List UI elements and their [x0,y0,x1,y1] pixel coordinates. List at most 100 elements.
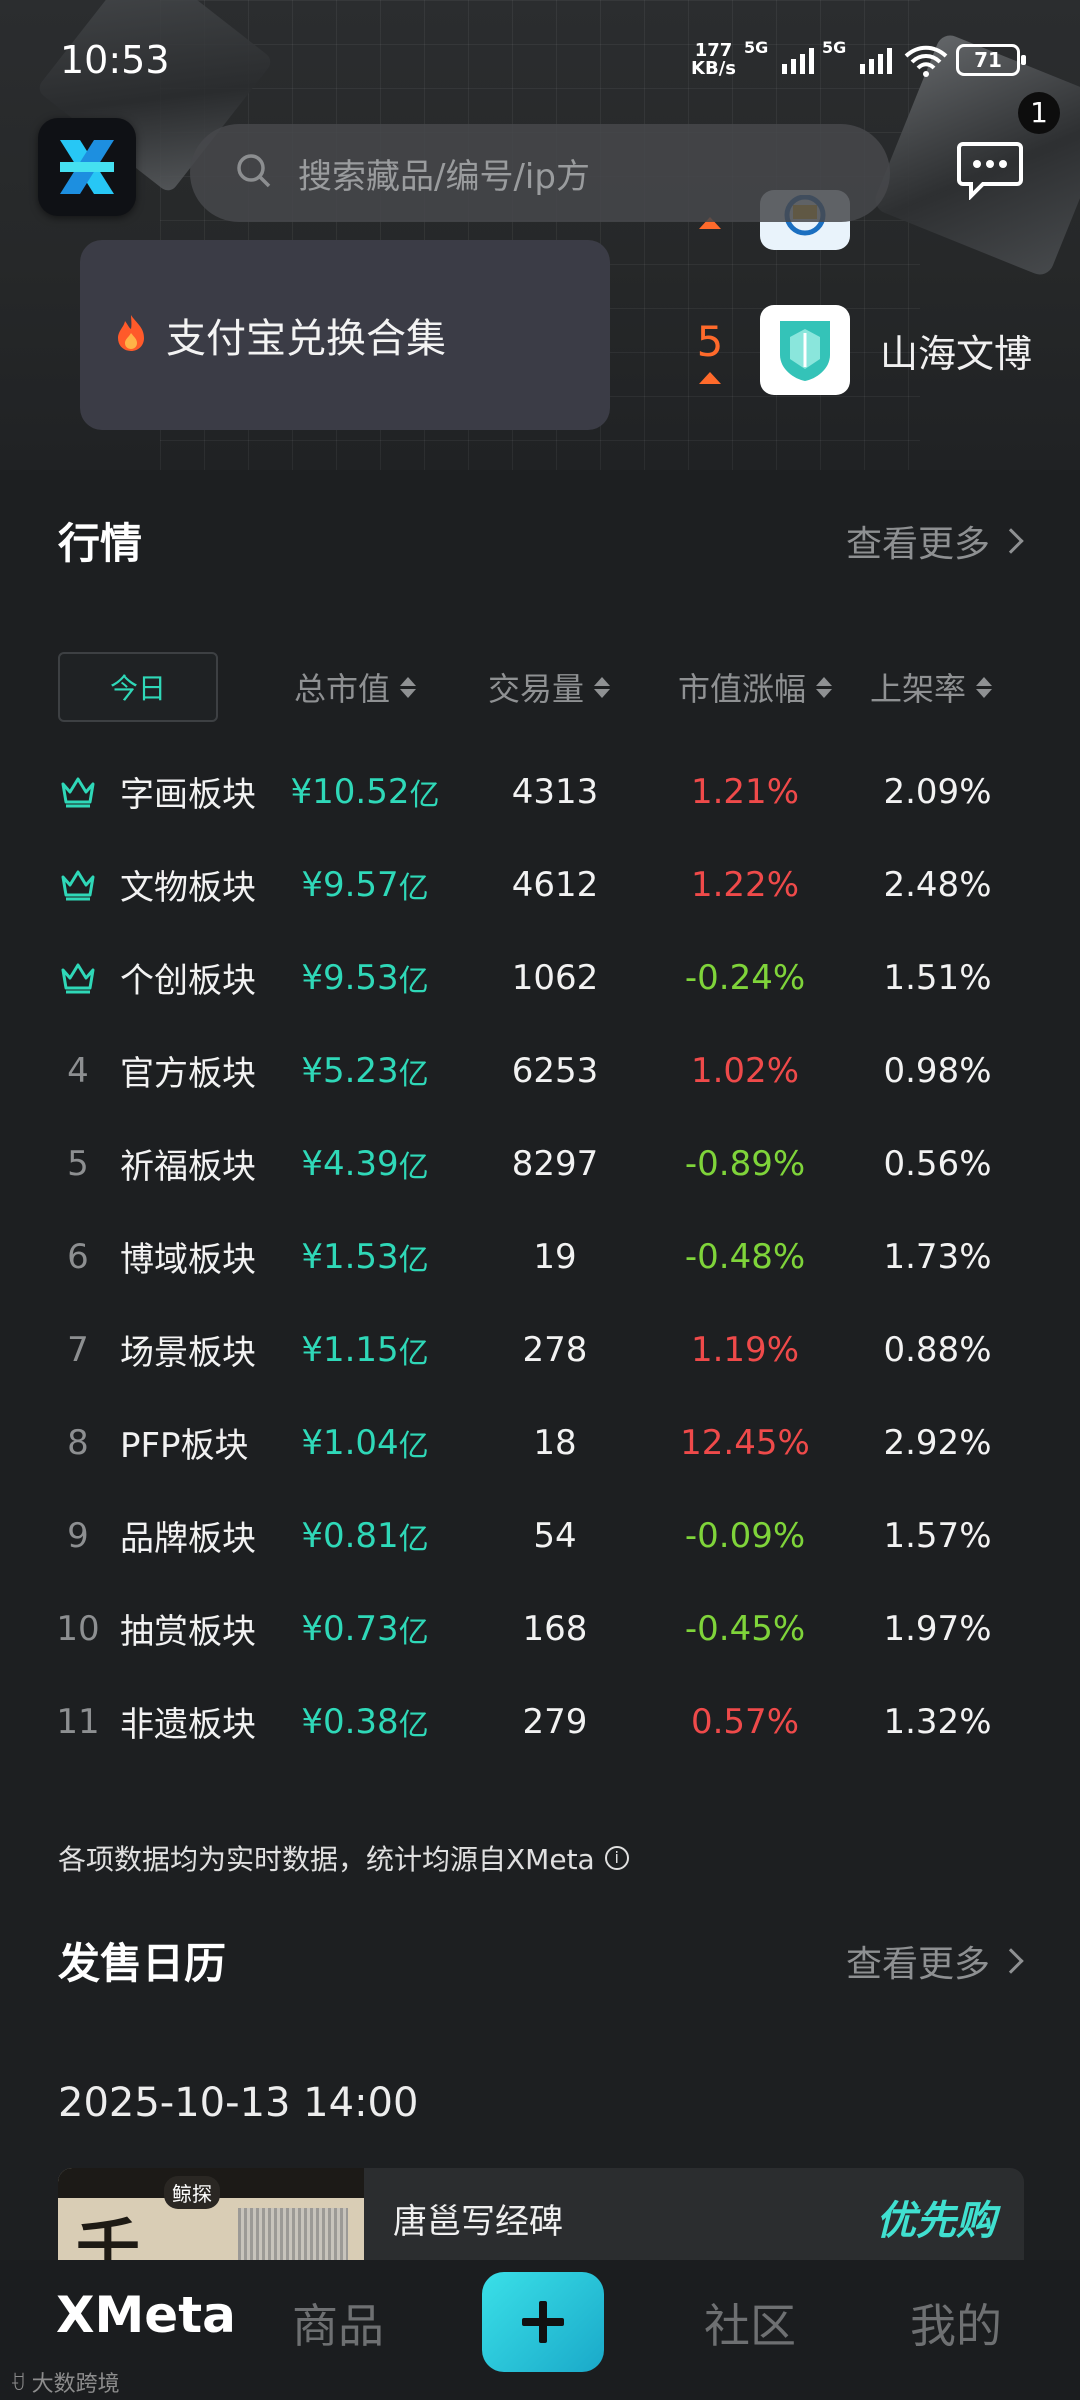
row-rank: 7 [67,1329,89,1370]
market-cap: ¥10.52 亿 [290,771,440,813]
listing-rate: 1.51% [883,957,992,998]
cap-change: -0.09% [684,1515,806,1556]
trade-volume: 8297 [511,1143,599,1184]
calendar-title: 发售日历 [58,1939,227,1988]
market-cap: ¥0.73 亿 [301,1608,429,1650]
data-source-note: 各项数据均为实时数据，统计均源自XMeta i [58,1838,629,1878]
market-row[interactable]: 个创板块 ¥9.53 亿 1062 -0.24% 1.51% [0,931,1080,1024]
cap-change: 12.45% [680,1422,810,1463]
crown-icon [52,745,104,838]
sort-listing-rate[interactable]: 上架率 [870,652,993,722]
sector-name: 官方板块 [120,1054,256,1094]
market-table-header: 今日 总市值 交易量 市值涨幅 上架率 [58,652,1028,722]
market-cap: ¥5.23 亿 [301,1050,429,1092]
nav-goods[interactable]: 商品 [292,2290,384,2356]
listing-rate: 2.48% [883,864,992,905]
hot-ranking-list: 5 山海文博 [690,190,1080,430]
cap-change: 1.02% [690,1050,799,1091]
sort-cap-change[interactable]: 市值涨幅 [678,652,833,722]
market-cap: ¥1.53 亿 [301,1236,429,1278]
row-rank: 9 [67,1515,89,1556]
nav-home[interactable]: XMeta [56,2286,236,2344]
sort-icon [400,676,417,698]
market-row[interactable]: 4 官方板块 ¥5.23 亿 6253 1.02% 0.98% [0,1024,1080,1117]
app-screen: 支付宝兑换合集 5 山海文博 10:53 177 KB/s 5G 5G 71 搜… [0,0,1080,2400]
plus-icon [522,2301,564,2343]
trade-volume: 18 [533,1422,577,1463]
market-row[interactable]: 8 PFP板块 ¥1.04 亿 18 12.45% 2.92% [0,1396,1080,1489]
sector-name: 博域板块 [120,1240,256,1280]
message-count-badge: 1 [1018,92,1060,134]
sort-icon [594,676,611,698]
market-cap: ¥9.57 亿 [301,864,429,906]
alipay-collection-card[interactable]: 支付宝兑换合集 [80,240,610,430]
sector-name: 抽赏板块 [120,1612,256,1652]
market-row[interactable]: 9 品牌板块 ¥0.81 亿 54 -0.09% 1.57% [0,1489,1080,1582]
market-more-link[interactable]: 查看更多 [846,515,1024,567]
sector-name: 祈福板块 [120,1147,256,1187]
listing-rate: 0.98% [883,1050,992,1091]
sort-market-cap[interactable]: 总市值 [294,652,417,722]
info-icon[interactable]: i [604,1846,629,1870]
listing-rate: 1.57% [883,1515,992,1556]
market-cap: ¥0.81 亿 [301,1515,429,1557]
period-selector[interactable]: 今日 [58,652,218,722]
sort-volume[interactable]: 交易量 [488,652,611,722]
cap-change: -0.45% [684,1608,806,1649]
sort-icon [976,676,993,698]
market-cap: ¥9.53 亿 [301,957,429,999]
trade-volume: 1062 [511,957,599,998]
calendar-section-header: 发售日历 查看更多 [58,1930,1024,1991]
sector-name: 字画板块 [120,775,256,815]
cap-change: -0.48% [684,1236,806,1277]
calendar-more-link[interactable]: 查看更多 [846,1935,1024,1987]
message-button[interactable] [948,128,1032,212]
row-rank: 8 [67,1422,89,1463]
cap-change: -0.24% [684,957,806,998]
market-cap: ¥1.04 亿 [301,1422,429,1464]
sector-name: 品牌板块 [120,1519,256,1559]
watermark: ꀀ 大数跨境 [10,2371,120,2397]
release-card[interactable]: 千 鲸探 唐邕写经碑 优先购 [58,2168,1024,2268]
trade-volume: 4612 [511,864,599,905]
ranking-item-5[interactable]: 5 山海文博 [690,305,1032,395]
market-row[interactable]: 10 抽赏板块 ¥0.73 亿 168 -0.45% 1.97% [0,1582,1080,1675]
market-row[interactable]: 文物板块 ¥9.57 亿 4612 1.22% 2.48% [0,838,1080,931]
market-row[interactable]: 6 博域板块 ¥1.53 亿 19 -0.48% 1.73% [0,1210,1080,1303]
platform-badge: 鲸探 [164,2176,220,2209]
market-row[interactable]: 7 场景板块 ¥1.15 亿 278 1.19% 0.88% [0,1303,1080,1396]
add-button[interactable] [482,2272,604,2372]
alipay-collection-label: 支付宝兑换合集 [166,316,446,362]
market-cap: ¥1.15 亿 [301,1329,429,1371]
market-row[interactable]: 11 非遗板块 ¥0.38 亿 279 0.57% 1.32% [0,1675,1080,1768]
clock: 10:53 [60,38,170,82]
release-thumbnail: 千 鲸探 [58,2168,364,2268]
search-input[interactable]: 搜索藏品/编号/ip方 [190,124,890,222]
trade-volume: 6253 [511,1050,599,1091]
app-logo[interactable] [38,118,136,216]
thumbnail-character: 千 [76,2213,140,2268]
nav-community[interactable]: 社区 [704,2290,796,2356]
nav-mine[interactable]: 我的 [910,2290,1002,2356]
bottom-navigation: XMeta 商品 社区 我的 [0,2260,1080,2400]
market-table: 字画板块 ¥10.52 亿 4313 1.21% 2.09% 文物板块 ¥9.57 亿 4612 1… [0,745,1080,1768]
fire-icon [114,313,148,357]
market-row[interactable]: 5 祈福板块 ¥4.39 亿 8297 -0.89% 0.56% [0,1117,1080,1210]
listing-rate: 1.97% [883,1608,992,1649]
chat-icon [957,142,1023,200]
sector-name: 文物板块 [120,868,256,908]
row-rank: 10 [56,1608,100,1649]
cap-change: 1.19% [690,1329,799,1370]
priority-purchase-tag: 优先购 [876,2198,996,2244]
chevron-right-icon [998,527,1024,554]
market-row[interactable]: 字画板块 ¥10.52 亿 4313 1.21% 2.09% [0,745,1080,838]
trade-volume: 19 [533,1236,577,1277]
network-speed: 177 KB/s [691,40,736,79]
row-rank: 4 [67,1050,89,1091]
sector-name: 非遗板块 [120,1705,256,1745]
sector-name: 个创板块 [120,961,256,1001]
release-datetime: 2025-10-13 14:00 [58,2080,419,2126]
sort-icon [816,676,833,698]
cap-change: -0.89% [684,1143,806,1184]
status-icons: 177 KB/s 5G 5G 71 [691,38,1026,79]
